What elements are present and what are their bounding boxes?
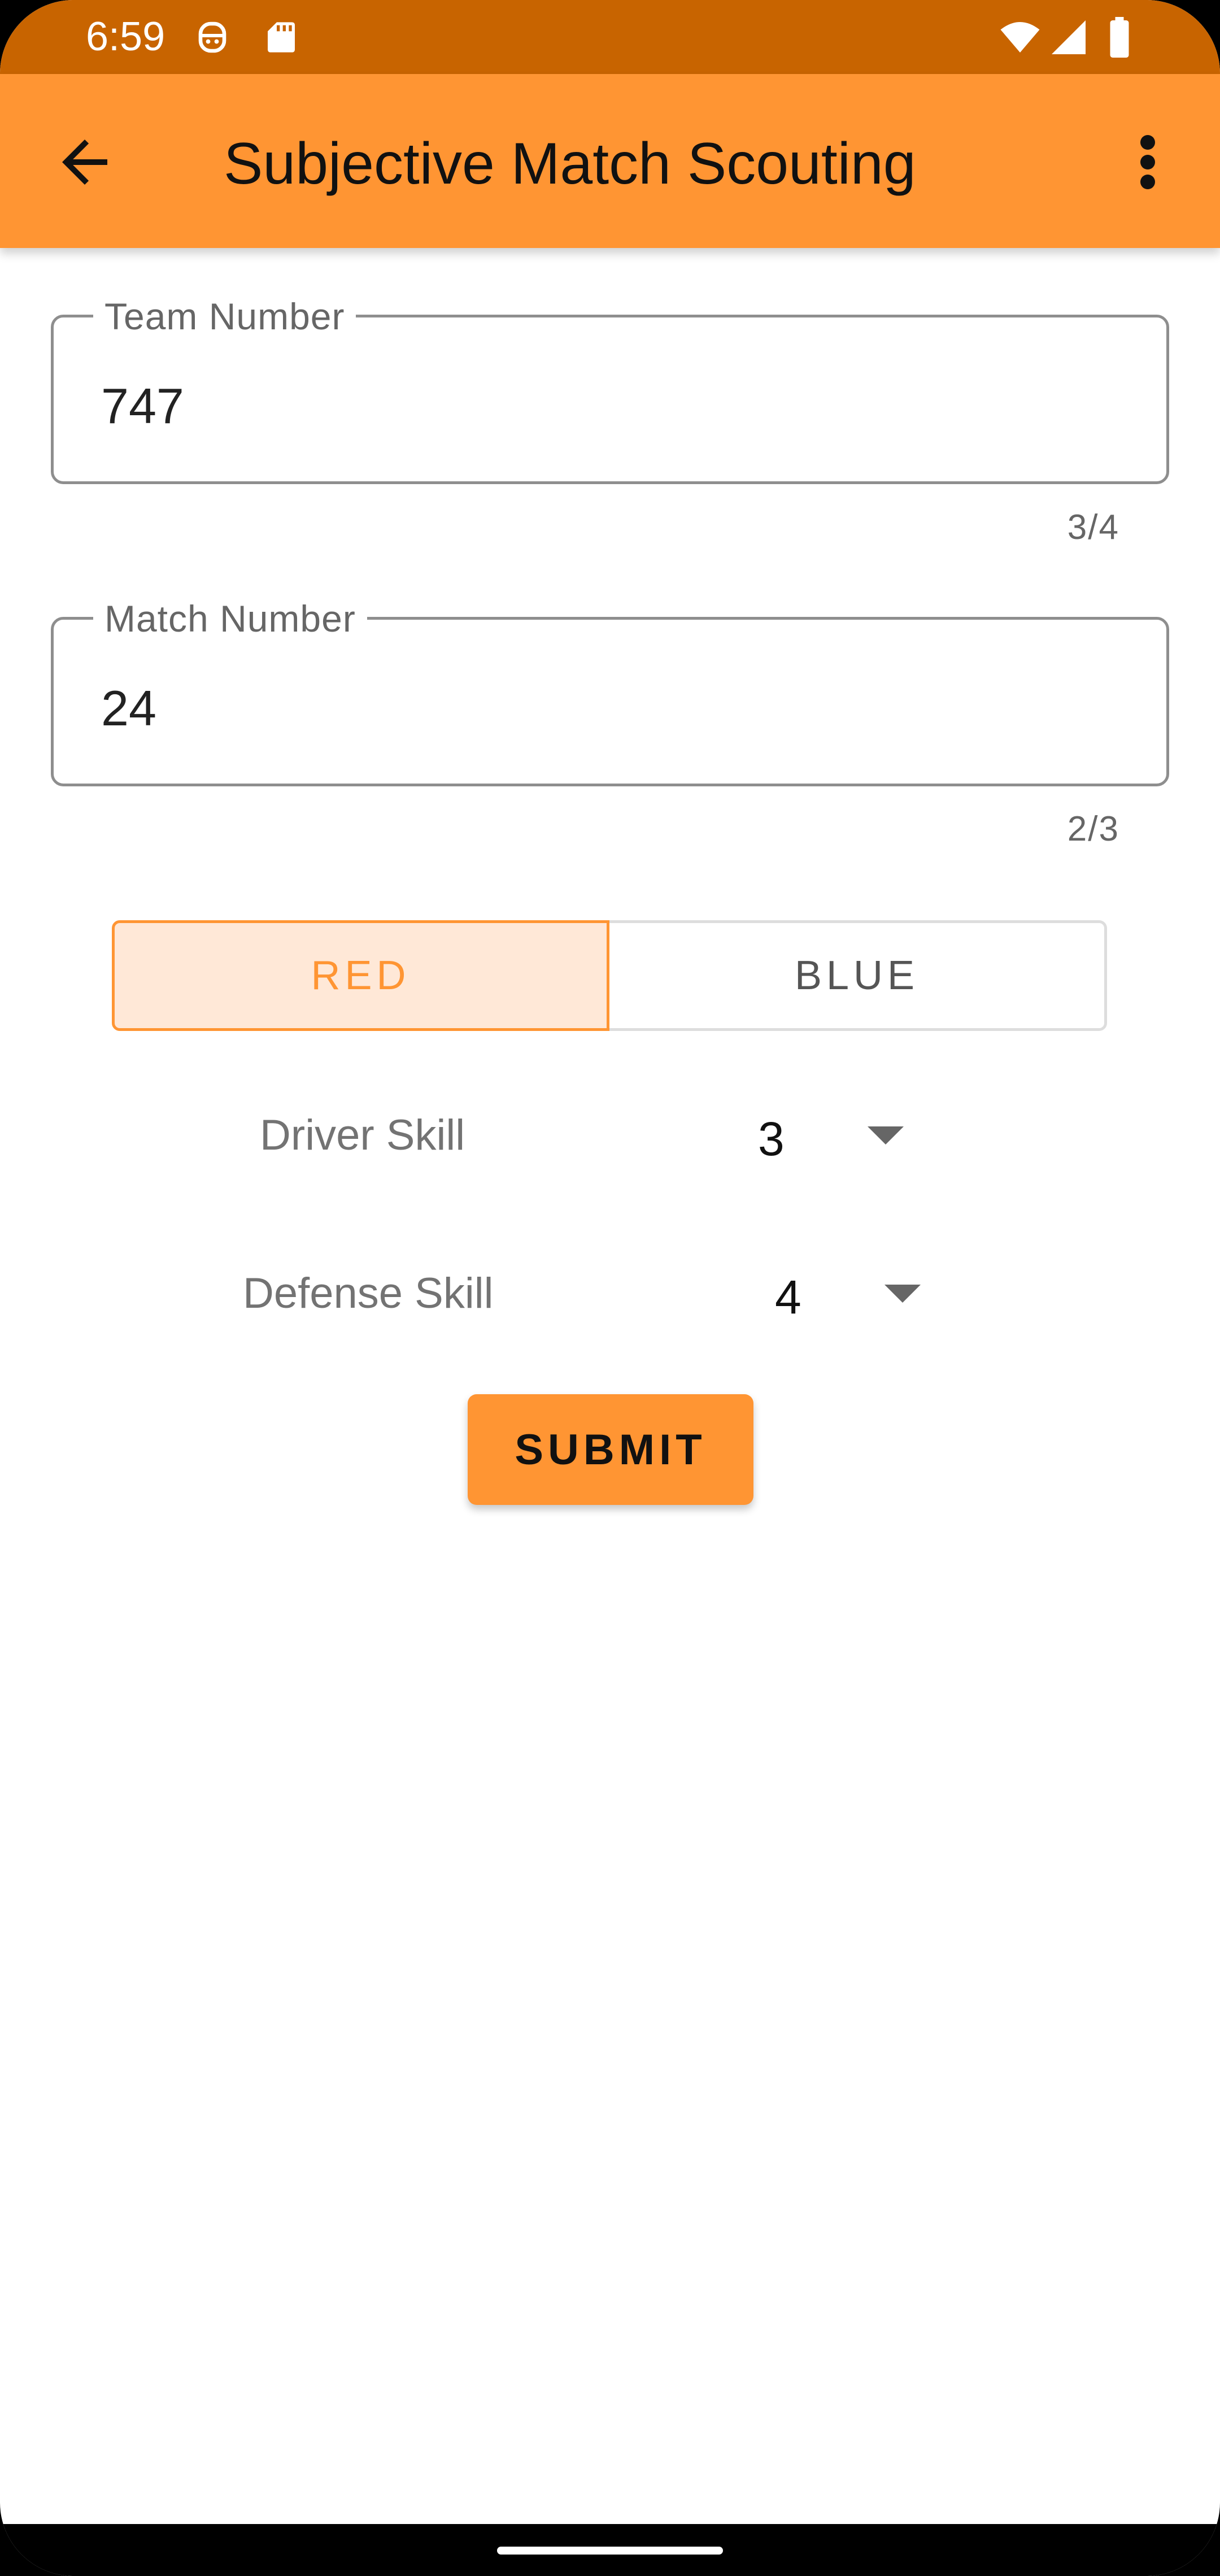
defense-skill-value: 4 (775, 1270, 801, 1324)
driver-skill-value: 3 (758, 1112, 785, 1165)
team-number-label: Team Number (93, 295, 356, 338)
arrow-back-icon[interactable] (51, 128, 119, 196)
team-number-input[interactable] (101, 377, 1118, 435)
alliance-toggle-group: RED BLUE (112, 920, 1107, 1031)
wifi-icon (1000, 22, 1040, 53)
app-bar: Subjective Match Scouting (0, 74, 1220, 248)
status-time: 6:59 (86, 14, 165, 59)
signal-icon (1052, 20, 1086, 54)
status-bar: 6:59 (0, 0, 1220, 74)
red-alliance-button[interactable]: RED (112, 920, 609, 1031)
app-screen: 6:59 Subjective Match Scouting Team Numb… (0, 0, 1220, 2576)
driver-skill-label: Driver Skill (260, 1111, 465, 1159)
defense-skill-label: Defense Skill (243, 1269, 494, 1317)
battery-icon (1110, 17, 1129, 58)
defense-skill-spinner[interactable]: 4 (751, 1248, 966, 1339)
chevron-down-icon (868, 1126, 904, 1145)
page-title: Subjective Match Scouting (224, 131, 916, 197)
driver-skill-spinner[interactable]: 3 (734, 1090, 949, 1181)
more-vert-icon[interactable] (1119, 128, 1176, 196)
match-number-counter: 2/3 (1067, 810, 1119, 848)
match-number-label: Match Number (93, 597, 367, 640)
blue-alliance-button[interactable]: BLUE (609, 920, 1107, 1031)
sd-card-icon (268, 22, 295, 53)
face-icon (198, 21, 226, 53)
match-number-field[interactable]: Match Number (51, 597, 1169, 786)
submit-button[interactable]: SUBMIT (468, 1394, 753, 1505)
team-number-field[interactable]: Team Number (51, 295, 1169, 484)
home-gesture-handle[interactable] (497, 2547, 723, 2555)
match-number-input[interactable] (101, 680, 1118, 737)
chevron-down-icon (884, 1285, 921, 1303)
team-number-counter: 3/4 (1067, 508, 1119, 547)
